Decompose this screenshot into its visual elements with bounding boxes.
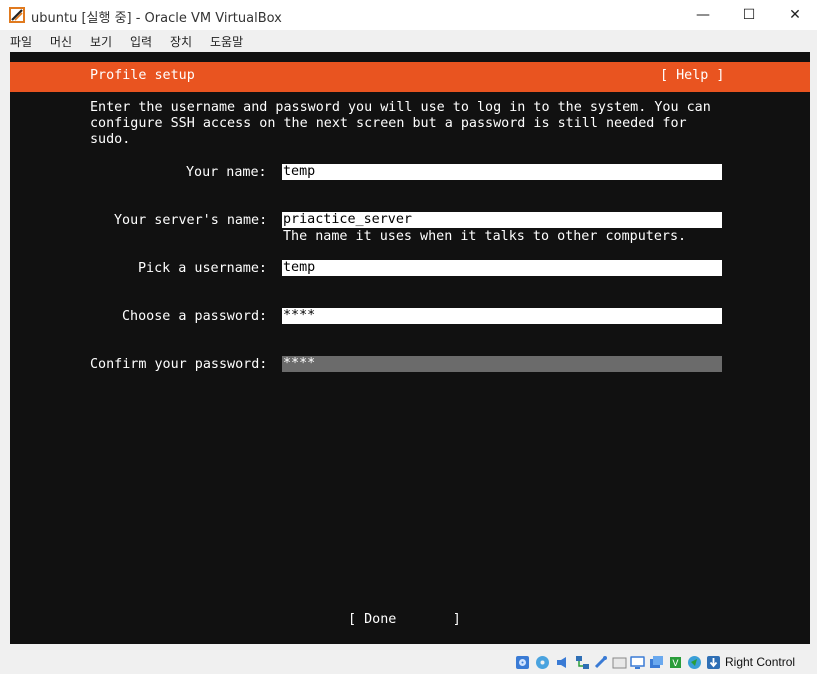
usb-icon[interactable] <box>593 655 608 670</box>
intro-text: Enter the username and password you will… <box>90 100 711 147</box>
minimize-button[interactable]: — <box>680 0 726 30</box>
window-titlebar: ubuntu [실행 중] - Oracle VM VirtualBox — ☐… <box>0 0 817 30</box>
audio-icon[interactable] <box>555 655 570 670</box>
done-button[interactable]: [ Done ] <box>348 612 461 627</box>
confirm-password-input[interactable]: **** <box>282 356 722 372</box>
server-name-input[interactable]: priactice_server <box>282 212 722 228</box>
password-input[interactable]: **** <box>282 308 722 324</box>
confirm-password-label: Confirm your password: <box>90 357 268 372</box>
mouse-integration-icon[interactable] <box>687 655 702 670</box>
your-name-input[interactable]: temp <box>282 164 722 180</box>
username-input[interactable]: temp <box>282 260 722 276</box>
status-bar: V Right Control <box>0 652 817 674</box>
menu-view[interactable]: 보기 <box>90 33 112 50</box>
vm-bottom-border <box>0 644 817 652</box>
close-icon: ✕ <box>789 7 801 23</box>
video-capture-icon[interactable] <box>649 655 664 670</box>
display-icon[interactable] <box>630 655 645 670</box>
installer-header: Profile setup [ Help ] <box>10 62 810 92</box>
network-icon[interactable] <box>575 655 590 670</box>
minimize-icon: — <box>696 7 710 23</box>
menu-input[interactable]: 입력 <box>130 33 152 50</box>
menu-bar: 파일 머신 보기 입력 장치 도움말 <box>0 30 817 52</box>
server-name-label: Your server's name: <box>114 213 268 228</box>
menu-file[interactable]: 파일 <box>10 33 32 50</box>
header-title: Profile setup <box>90 68 195 83</box>
cpu-icon[interactable]: V <box>668 655 683 670</box>
host-key-label: Right Control <box>725 655 796 669</box>
virtualbox-app-icon <box>9 7 25 23</box>
window-title: ubuntu [실행 중] - Oracle VM VirtualBox <box>31 11 282 26</box>
keyboard-capture-icon[interactable] <box>706 655 721 670</box>
username-label: Pick a username: <box>138 261 267 276</box>
menu-help[interactable]: 도움말 <box>210 33 243 50</box>
shared-folders-icon[interactable] <box>612 655 627 670</box>
svg-text:V: V <box>672 659 679 669</box>
menu-machine[interactable]: 머신 <box>50 33 72 50</box>
optical-drive-icon[interactable] <box>535 655 550 670</box>
help-button[interactable]: [ Help ] <box>660 68 725 83</box>
your-name-label: Your name: <box>186 165 267 180</box>
menu-devices[interactable]: 장치 <box>170 33 192 50</box>
password-label: Choose a password: <box>122 309 268 324</box>
close-button[interactable]: ✕ <box>772 0 817 30</box>
maximize-button[interactable]: ☐ <box>726 0 772 30</box>
vm-display[interactable]: Profile setup [ Help ] Enter the usernam… <box>10 52 810 652</box>
server-name-hint: The name it uses when it talks to other … <box>283 229 687 244</box>
hard-disk-icon[interactable] <box>515 655 530 670</box>
maximize-icon: ☐ <box>742 7 756 23</box>
